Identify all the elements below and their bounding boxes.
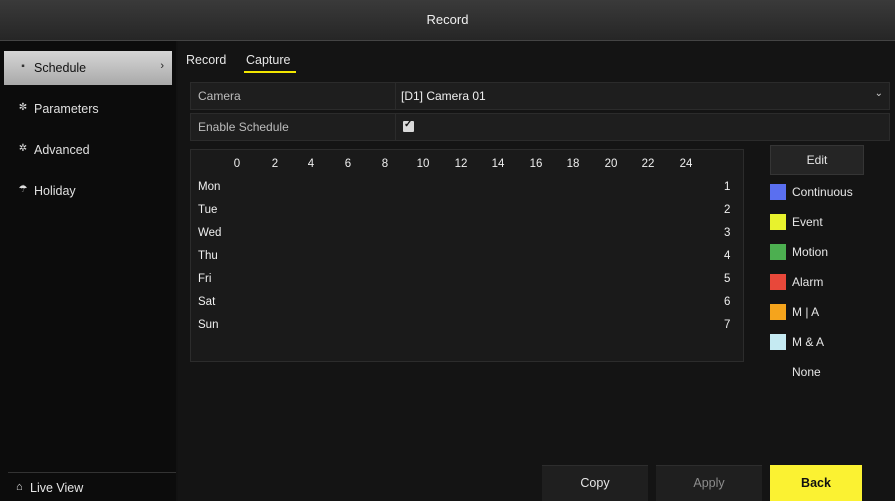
day-number: 5 <box>724 273 731 285</box>
sidebar-item-label: Advanced <box>34 143 90 157</box>
camera-select[interactable]: [D1] Camera 01 <box>401 89 486 103</box>
advanced-icon: ✲ <box>18 143 28 154</box>
sidebar-item-label: Schedule <box>34 61 87 75</box>
legend-label: M | A <box>792 305 820 319</box>
hour-label: 18 <box>566 158 580 170</box>
sidebar-item-holiday[interactable]: ☂ Holiday <box>4 174 172 208</box>
day-number: 4 <box>724 250 731 262</box>
hour-label: 12 <box>454 158 468 170</box>
day-number: 3 <box>724 227 731 239</box>
legend-swatch <box>770 334 786 350</box>
active-tab-underline <box>244 71 296 73</box>
gear-icon: ✼ <box>18 102 28 113</box>
chevron-right-icon: › <box>160 60 164 72</box>
title-bar: Record <box>0 0 895 41</box>
sidebar-item-advanced[interactable]: ✲ Advanced <box>4 133 172 167</box>
hour-label: 14 <box>491 158 505 170</box>
legend-swatch <box>770 364 786 380</box>
hour-label: 24 <box>679 158 693 170</box>
window-title: Record <box>426 12 469 27</box>
sidebar: ▪ Schedule › ✼ Parameters ✲ Advanced ☂ H… <box>0 41 176 501</box>
day-label: Tue <box>198 204 218 216</box>
legend-label: None <box>792 365 821 379</box>
legend-label: Alarm <box>792 275 824 289</box>
legend-swatch <box>770 304 786 320</box>
schedule-icon: ▪ <box>21 61 25 72</box>
legend-label: Motion <box>792 245 829 259</box>
sidebar-item-parameters[interactable]: ✼ Parameters <box>4 92 172 126</box>
day-number: 1 <box>724 181 731 193</box>
live-view-button[interactable]: ⌂ Live View <box>4 478 172 500</box>
sidebar-item-label: Holiday <box>34 184 76 198</box>
day-label: Sun <box>198 319 219 331</box>
tab-capture[interactable]: Capture <box>246 53 290 67</box>
checkmark-icon: ✓ <box>404 119 413 130</box>
tab-record[interactable]: Record <box>186 53 226 67</box>
hour-label: 4 <box>307 158 315 170</box>
enable-schedule-checkbox[interactable]: ✓ <box>403 119 414 132</box>
hour-label: 16 <box>529 158 543 170</box>
home-icon: ⌂ <box>16 481 23 493</box>
copy-button[interactable]: Copy <box>542 465 648 501</box>
legend-swatch <box>770 184 786 200</box>
edit-button[interactable]: Edit <box>770 145 864 175</box>
legend-swatch <box>770 244 786 260</box>
schedule-grid[interactable]: 0 2 4 6 8 10 12 14 16 18 20 22 24 Mon 1 Tue 2 Wed 3 Thu 4 Fri… <box>190 149 744 362</box>
enable-schedule-row: Enable Schedule ✓ <box>190 113 890 141</box>
hour-label: 22 <box>641 158 655 170</box>
day-label: Mon <box>198 181 221 193</box>
hour-label: 0 <box>233 158 241 170</box>
row-divider <box>395 114 396 140</box>
day-label: Sat <box>198 296 216 308</box>
legend-label: M & A <box>792 335 825 349</box>
legend-label: Continuous <box>792 185 853 199</box>
back-button[interactable]: Back <box>770 465 862 501</box>
legend-swatch <box>770 214 786 230</box>
camera-row: Camera [D1] Camera 01 ⌄ <box>190 82 890 110</box>
sidebar-item-schedule[interactable]: ▪ Schedule › <box>4 51 172 85</box>
sidebar-item-label: Parameters <box>34 102 99 116</box>
camera-label: Camera <box>198 89 241 103</box>
hour-label: 20 <box>604 158 618 170</box>
sidebar-divider <box>8 472 176 473</box>
enable-schedule-label: Enable Schedule <box>198 120 289 134</box>
hour-label: 6 <box>344 158 352 170</box>
hour-label: 8 <box>381 158 389 170</box>
apply-button[interactable]: Apply <box>656 465 762 501</box>
day-label: Fri <box>198 273 212 285</box>
day-number: 6 <box>724 296 731 308</box>
legend-swatch <box>770 274 786 290</box>
legend-label: Event <box>792 215 823 229</box>
day-label: Wed <box>198 227 222 239</box>
record-window: Record ▪ Schedule › ✼ Parameters ✲ Advan… <box>0 0 895 501</box>
umbrella-icon: ☂ <box>18 184 28 195</box>
day-number: 2 <box>724 204 731 216</box>
chevron-down-icon[interactable]: ⌄ <box>875 88 883 99</box>
live-view-label: Live View <box>30 481 84 495</box>
main-content: Record Capture Camera [D1] Camera 01 ⌄ E… <box>178 41 895 501</box>
day-number: 7 <box>724 319 731 331</box>
row-divider <box>395 83 396 109</box>
hour-label: 2 <box>271 158 279 170</box>
hour-label: 10 <box>416 158 430 170</box>
day-label: Thu <box>198 250 218 262</box>
